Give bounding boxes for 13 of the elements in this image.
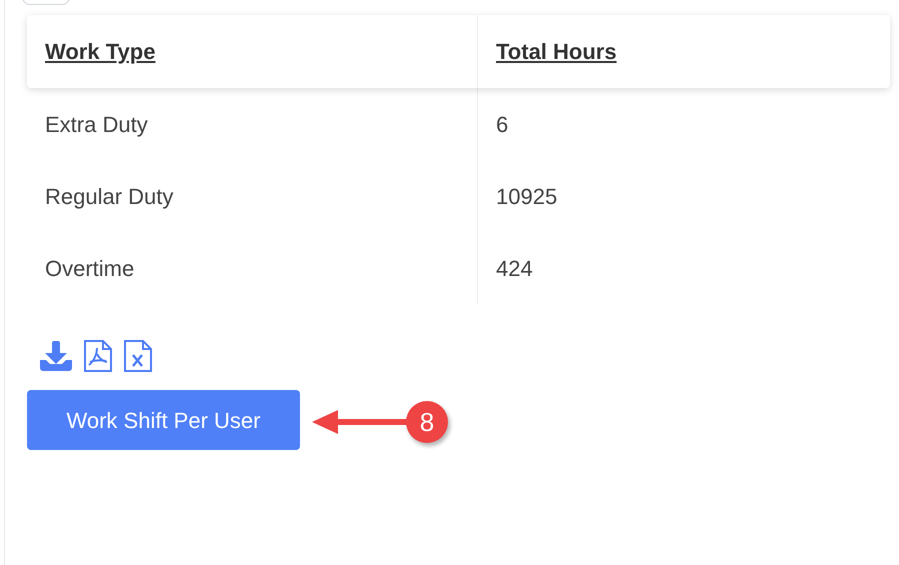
table-cell-text: Extra Duty xyxy=(45,110,148,139)
work-shift-button[interactable]: Work Shift Per User xyxy=(27,390,300,450)
download-icon[interactable] xyxy=(40,341,72,371)
pdf-file-icon[interactable] xyxy=(84,340,112,372)
table-cell-text: Overtime xyxy=(45,254,134,282)
excel-file-icon[interactable] xyxy=(124,340,152,372)
step-badge: 8 xyxy=(406,401,448,443)
table-cell-text: 10925 xyxy=(496,182,558,210)
table-cell-text: 6 xyxy=(496,110,508,138)
table-cell-text: Regular Duty xyxy=(45,182,174,211)
column-header[interactable]: Work Type xyxy=(45,35,156,68)
table-cell-text: 424 xyxy=(496,254,533,282)
column-header[interactable]: Total Hours xyxy=(496,35,617,68)
